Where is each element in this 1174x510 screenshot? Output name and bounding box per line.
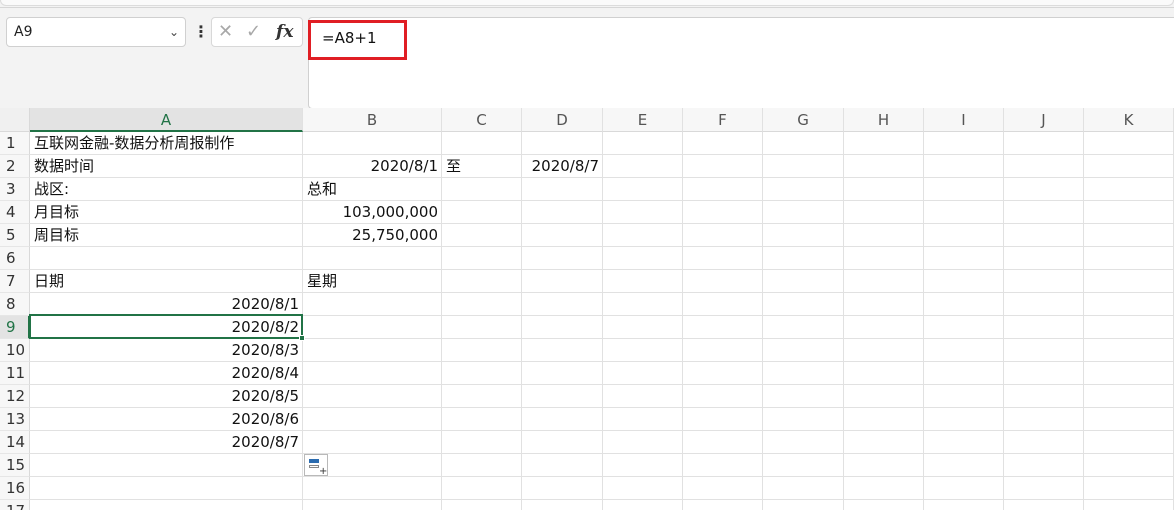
cell-a2[interactable]: 数据时间 xyxy=(30,155,94,178)
column-header-f[interactable]: F xyxy=(683,108,763,132)
cell-b5[interactable]: 25,750,000 xyxy=(303,224,442,247)
formula-text[interactable]: =A8+1 xyxy=(322,29,377,47)
formula-buttons: ✕ ✓ fx xyxy=(211,17,303,47)
column-header-i[interactable]: I xyxy=(924,108,1004,132)
row-header-17[interactable]: 17 xyxy=(0,500,30,510)
row-header-12[interactable]: 12 xyxy=(0,385,30,408)
grid-hline xyxy=(30,200,1174,201)
column-header-h[interactable]: H xyxy=(844,108,924,132)
row-header-15[interactable]: 15 xyxy=(0,454,30,477)
cell-b2[interactable]: 2020/8/1 xyxy=(303,155,442,178)
autofill-options-icon[interactable]: + xyxy=(304,454,328,477)
grid-hline xyxy=(30,476,1174,477)
row-header-14[interactable]: 14 xyxy=(0,431,30,454)
column-header-a[interactable]: A xyxy=(30,108,303,132)
column-header-e[interactable]: E xyxy=(603,108,683,132)
column-header-d[interactable]: D xyxy=(522,108,603,132)
chevron-down-icon[interactable]: ⌄ xyxy=(169,18,179,46)
cell-b7[interactable]: 星期 xyxy=(303,270,337,293)
name-box-value: A9 xyxy=(14,24,33,40)
fx-icon[interactable]: fx xyxy=(276,20,293,44)
row-header-11[interactable]: 11 xyxy=(0,362,30,385)
cell-c2[interactable]: 至 xyxy=(442,155,461,178)
cell-b4[interactable]: 103,000,000 xyxy=(303,201,442,224)
select-all-corner[interactable] xyxy=(0,108,30,132)
grid-hline xyxy=(30,223,1174,224)
cell-a14[interactable]: 2020/8/7 xyxy=(30,431,303,454)
more-dots-icon[interactable]: ⋮ xyxy=(193,22,209,44)
column-header-k[interactable]: K xyxy=(1084,108,1174,132)
column-header-j[interactable]: J xyxy=(1004,108,1084,132)
cell-a12[interactable]: 2020/8/5 xyxy=(30,385,303,408)
cell-b3[interactable]: 总和 xyxy=(303,178,337,201)
cell-a3[interactable]: 战区: xyxy=(30,178,69,201)
column-header-b[interactable]: B xyxy=(303,108,442,132)
column-header-c[interactable]: C xyxy=(442,108,522,132)
row-header-8[interactable]: 8 xyxy=(0,293,30,316)
cell-a4[interactable]: 月目标 xyxy=(30,201,79,224)
cancel-icon[interactable]: ✕ xyxy=(218,20,233,44)
name-box[interactable]: A9 ⌄ xyxy=(6,17,186,47)
window-top-strip xyxy=(0,0,1174,8)
row-header-4[interactable]: 4 xyxy=(0,201,30,224)
selected-cell-border xyxy=(29,314,303,339)
grid-hline xyxy=(30,499,1174,500)
confirm-icon[interactable]: ✓ xyxy=(246,20,261,44)
row-header-16[interactable]: 16 xyxy=(0,477,30,500)
column-header-g[interactable]: G xyxy=(763,108,844,132)
row-header-10[interactable]: 10 xyxy=(0,339,30,362)
row-header-1[interactable]: 1 xyxy=(0,132,30,155)
row-header-2[interactable]: 2 xyxy=(0,155,30,178)
cell-a13[interactable]: 2020/8/6 xyxy=(30,408,303,431)
cell-a1[interactable]: 互联网金融-数据分析周报制作 xyxy=(30,132,234,155)
cell-d2[interactable]: 2020/8/7 xyxy=(522,155,603,178)
cell-a8[interactable]: 2020/8/1 xyxy=(30,293,303,316)
row-header-5[interactable]: 5 xyxy=(0,224,30,247)
cell-a5[interactable]: 周目标 xyxy=(30,224,79,247)
formula-bar-area: A9 ⌄ ⋮ ✕ ✓ fx =A8+1 xyxy=(0,8,1174,109)
cell-a10[interactable]: 2020/8/3 xyxy=(30,339,303,362)
fill-handle[interactable] xyxy=(299,335,305,341)
formula-input[interactable] xyxy=(308,17,1174,109)
row-header-3[interactable]: 3 xyxy=(0,178,30,201)
cell-a11[interactable]: 2020/8/4 xyxy=(30,362,303,385)
grid-hline xyxy=(30,269,1174,270)
grid-hline xyxy=(30,246,1174,247)
row-header-9[interactable]: 9 xyxy=(0,316,30,339)
spreadsheet-grid[interactable]: ABCDEFGHIJK1234567891011121314151617互联网金… xyxy=(0,108,1174,510)
row-header-7[interactable]: 7 xyxy=(0,270,30,293)
row-header-6[interactable]: 6 xyxy=(0,247,30,270)
row-header-13[interactable]: 13 xyxy=(0,408,30,431)
cell-a7[interactable]: 日期 xyxy=(30,270,64,293)
